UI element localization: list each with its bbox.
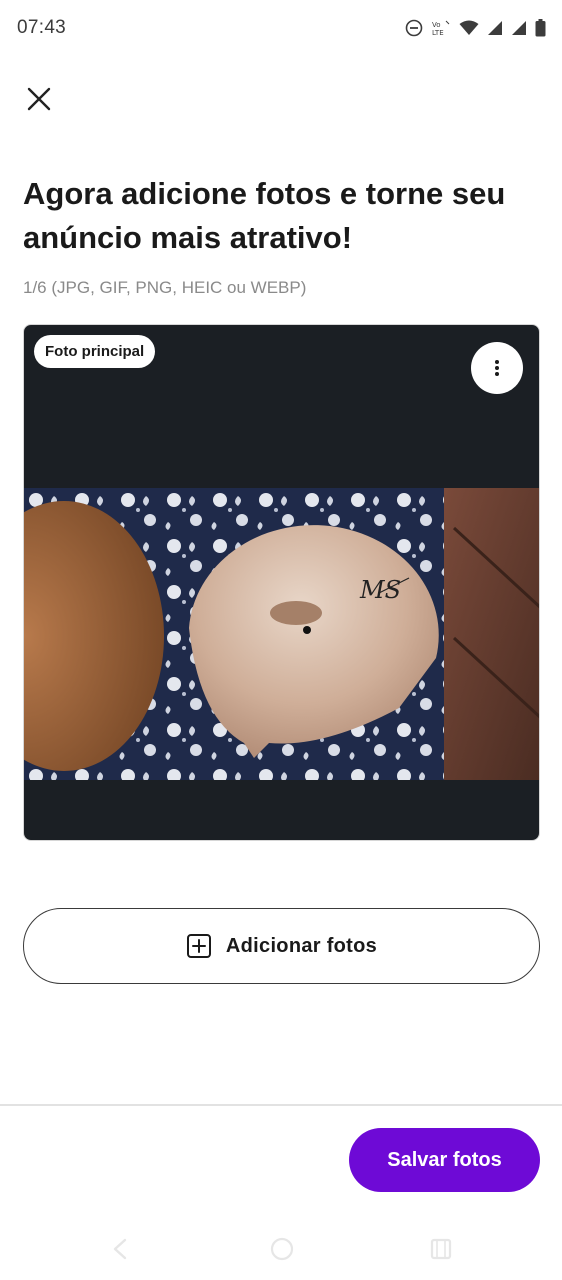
footer-divider	[0, 1104, 562, 1106]
volte-icon: Vo LTE	[431, 19, 451, 37]
page-title: Agora adicione fotos e torne seu anúncio…	[23, 176, 506, 255]
main-photo-card[interactable]: Foto principal MS	[23, 324, 540, 841]
svg-text:LTE: LTE	[432, 29, 444, 37]
wifi-icon	[459, 20, 479, 36]
screen: 07:43 Vo LTE Agora adicione fotos e torn…	[0, 0, 562, 1280]
status-time: 07:43	[17, 17, 67, 38]
back-icon[interactable]	[110, 1236, 130, 1267]
recents-icon[interactable]	[428, 1236, 454, 1267]
battery-icon	[535, 19, 546, 37]
signal-icon	[487, 20, 503, 36]
signal-icon	[511, 20, 527, 36]
photo-options-button[interactable]	[471, 342, 523, 394]
svg-text:Vo: Vo	[432, 21, 441, 29]
more-vertical-icon	[495, 360, 499, 376]
system-nav-bar	[0, 1222, 562, 1280]
save-photos-label: Salvar fotos	[387, 1148, 502, 1171]
do-not-disturb-icon	[405, 19, 423, 37]
close-button[interactable]	[18, 78, 60, 120]
signature-text: MS	[359, 576, 401, 604]
close-icon	[27, 87, 51, 111]
status-icons: Vo LTE	[405, 19, 546, 37]
status-bar: 07:43 Vo LTE	[0, 0, 562, 56]
add-photos-label: Adicionar fotos	[225, 934, 378, 957]
home-icon[interactable]	[269, 1236, 295, 1267]
save-photos-button[interactable]: Salvar fotos	[349, 1128, 540, 1192]
add-photos-button[interactable]: Adicionar fotos	[23, 908, 540, 984]
plus-square-icon	[186, 934, 211, 958]
main-photo-badge: Foto principal	[34, 335, 156, 368]
cymbal-photo: MS	[24, 488, 539, 780]
page-subtitle: 1/6 (JPG, GIF, PNG, HEIC ou WEBP)	[23, 278, 307, 297]
